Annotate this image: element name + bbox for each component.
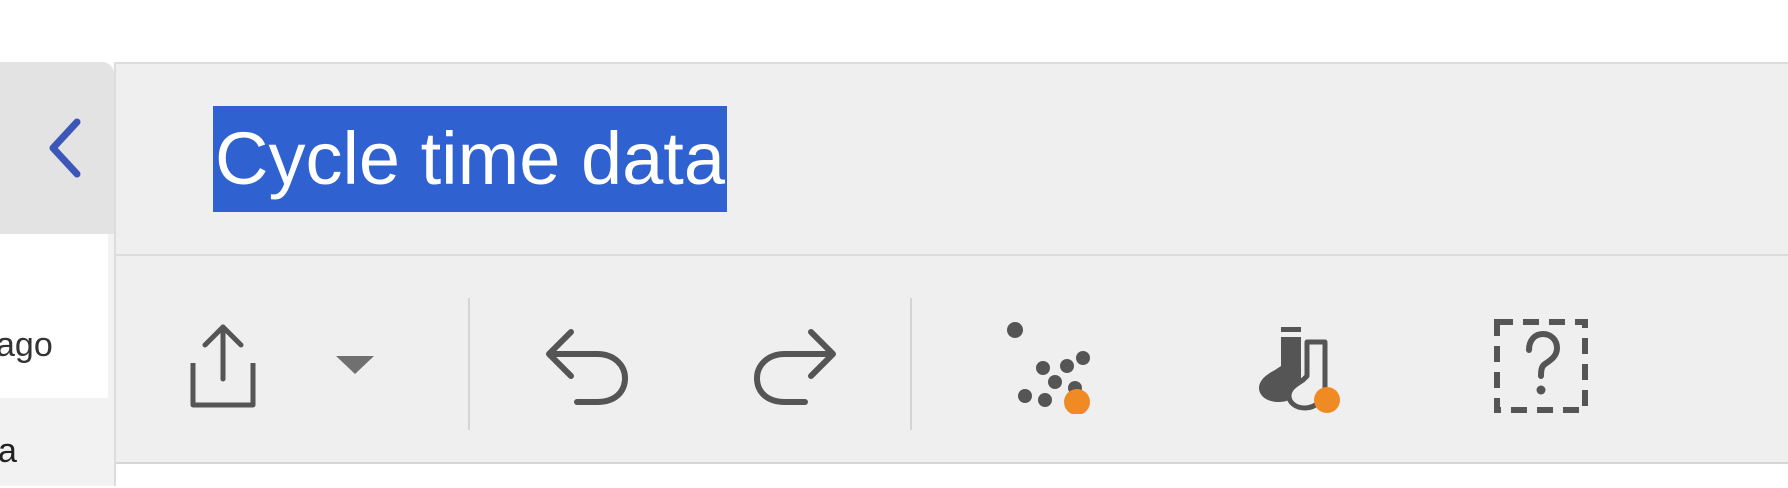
chevron-left-icon: [49, 118, 81, 178]
side-list-item-text: ago: [0, 326, 53, 364]
content-area-top: [116, 462, 1788, 488]
page-title[interactable]: Cycle time data: [213, 106, 727, 212]
undo-icon: [546, 329, 629, 405]
share-dropdown-button[interactable]: [320, 340, 390, 390]
socks-icon: [1259, 322, 1340, 413]
undo-button[interactable]: [530, 310, 640, 420]
toolbar-separator-2: [910, 298, 912, 430]
help-question-icon: [1494, 319, 1588, 413]
toolbar-separator: [468, 298, 470, 430]
caret-down-icon: [336, 356, 374, 374]
share-icon: [190, 324, 256, 408]
redo-button[interactable]: [742, 310, 852, 420]
share-button[interactable]: [178, 310, 268, 420]
scatter-analysis-button[interactable]: [990, 308, 1100, 420]
side-list-item-text-2: a: [0, 432, 17, 470]
collapse-panel-button[interactable]: [30, 108, 100, 188]
side-list-item[interactable]: [0, 234, 108, 398]
socks-button[interactable]: [1240, 308, 1350, 420]
scatter-dots-icon: [1007, 322, 1090, 414]
redo-icon: [753, 329, 836, 405]
header-divider: [116, 254, 1788, 256]
help-button[interactable]: [1486, 308, 1596, 420]
